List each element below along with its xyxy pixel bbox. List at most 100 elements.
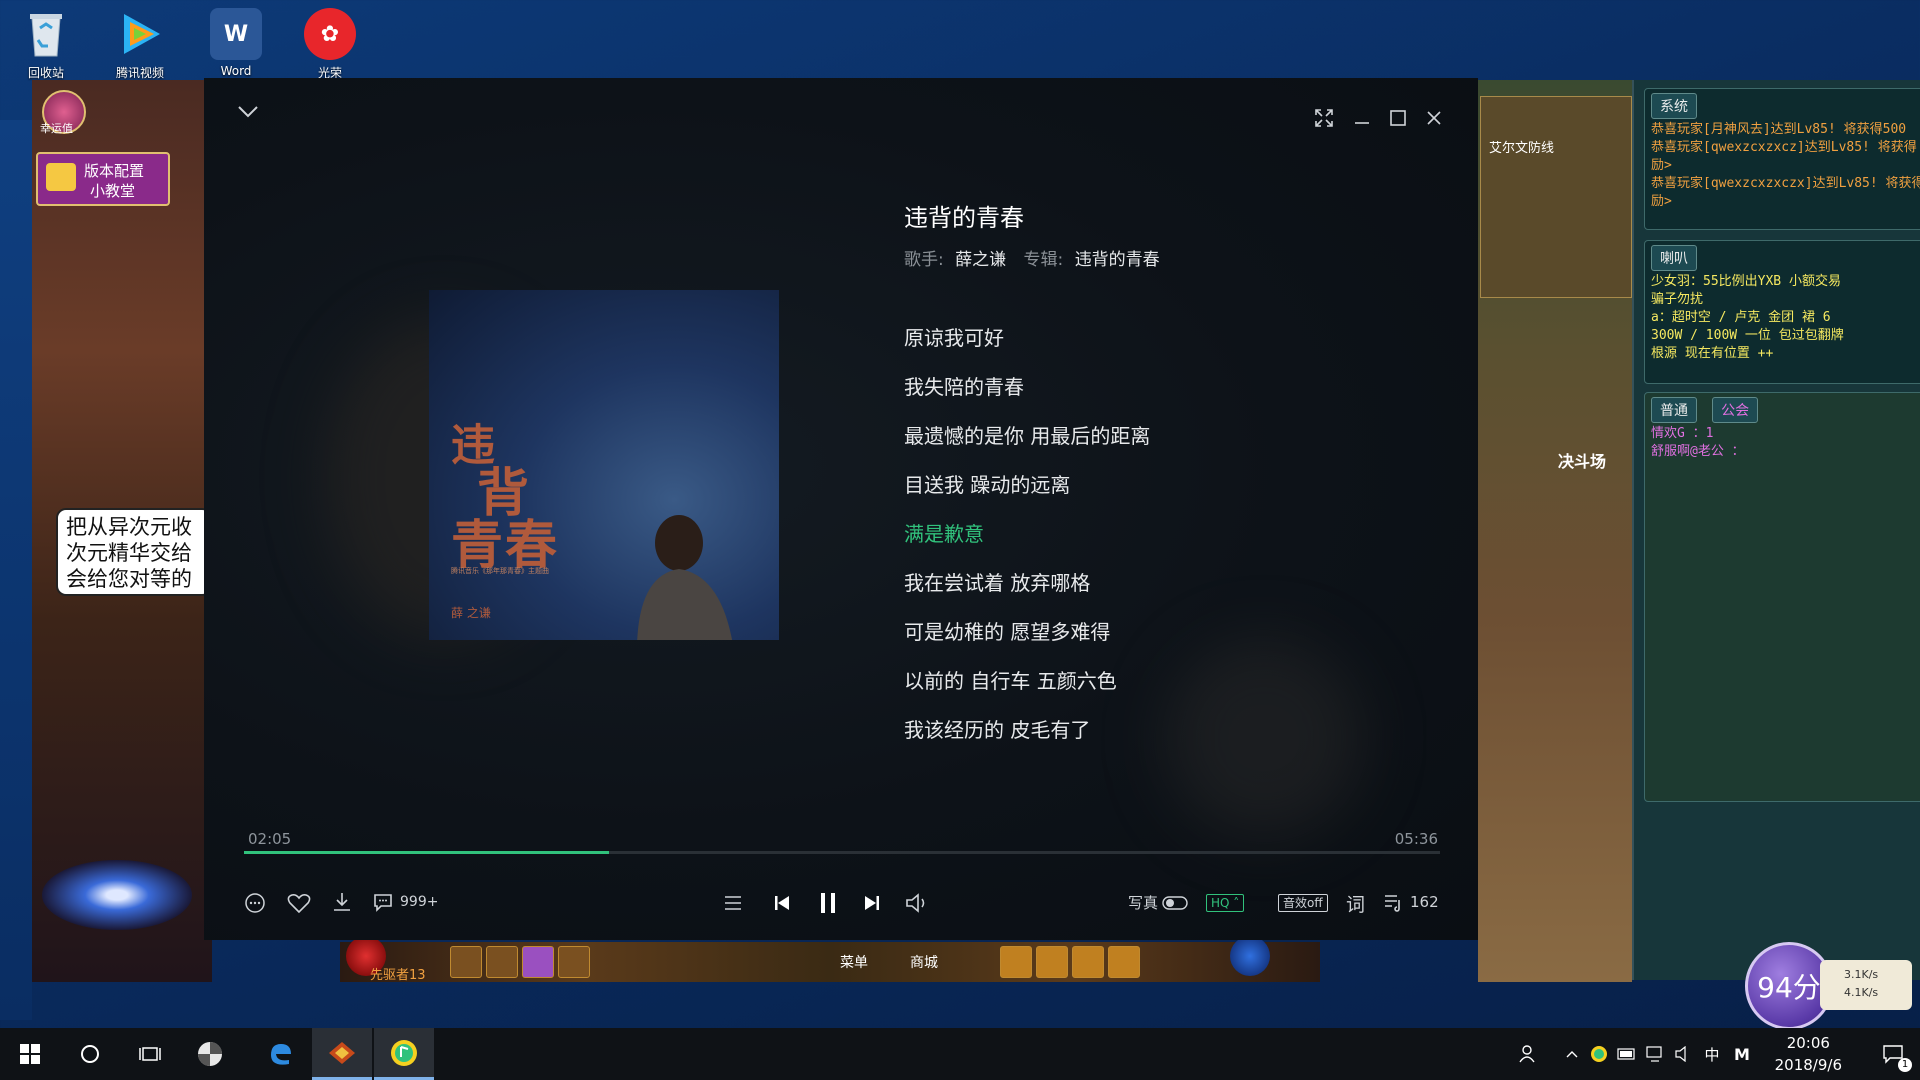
progress-fill xyxy=(244,851,609,854)
lyric-line: 目送我 躁动的远离 xyxy=(904,473,1071,497)
task-view-icon xyxy=(139,1047,161,1061)
desktop-icon-word[interactable]: W Word xyxy=(196,6,276,78)
normal-line: 情欢G ：1 xyxy=(1651,426,1714,441)
system-line: 恭喜玩家[月神风去]达到Lv85! 将获得500 xyxy=(1651,122,1907,137)
cortana-button[interactable] xyxy=(60,1028,120,1080)
minimap[interactable]: 艾尔文防线 xyxy=(1480,96,1632,298)
lucky-badge-label: 幸运值 xyxy=(40,122,73,135)
next-icon[interactable] xyxy=(860,891,884,919)
lyrics-panel[interactable]: 原谅我可好 我失陪的青春 最遗憾的是你 用最后的距离 目送我 躁动的远离 满是歉… xyxy=(904,318,1150,759)
clock[interactable]: 20:06 2018/9/6 xyxy=(1775,1032,1842,1076)
desktop-icon-app[interactable]: ✿ 光荣 xyxy=(290,6,370,81)
tencent-video-icon xyxy=(114,8,166,60)
skill-slot[interactable] xyxy=(558,946,590,978)
normal-line: 舒服啊@老公 ： xyxy=(1651,444,1745,459)
volume-icon[interactable] xyxy=(904,891,930,919)
app-icon: ✿ xyxy=(304,8,356,60)
tab-guild[interactable]: 公会 xyxy=(1712,397,1759,423)
progress-bar[interactable] xyxy=(244,851,1440,854)
taskbar-app-pinwheel[interactable] xyxy=(180,1028,240,1080)
npc-text-line: 次元精华交给 xyxy=(66,541,192,565)
normal-chat-box: 普通 公会 情欢G ：1 舒服啊@老公 ： xyxy=(1644,392,1920,802)
menu-button[interactable]: 菜单 xyxy=(840,952,868,972)
minimize-icon[interactable] xyxy=(1352,108,1372,132)
lyric-line: 最遗憾的是你 用最后的距离 xyxy=(904,424,1151,448)
desktop-icon-recycle-bin[interactable]: 回收站 xyxy=(6,6,86,81)
taskbar-app-edge[interactable] xyxy=(250,1028,310,1080)
collapse-chevron-icon[interactable] xyxy=(236,104,260,124)
previous-icon[interactable] xyxy=(770,891,794,919)
tray-volume[interactable] xyxy=(1670,1028,1696,1080)
promo-button[interactable]: 版本配置 小教堂 xyxy=(36,152,170,206)
more-icon[interactable] xyxy=(244,892,266,918)
album-art-subtitle: 腾讯音乐《那年那青春》主题曲 xyxy=(451,567,549,575)
like-heart-icon[interactable] xyxy=(287,892,311,918)
sound-effect-badge: 音效off xyxy=(1278,894,1328,912)
time-total: 05:36 xyxy=(1394,830,1438,848)
horn-line: 少女羽：55比例出YXB 小额交易 xyxy=(1651,274,1841,289)
maximize-icon[interactable] xyxy=(1388,108,1408,132)
shop-button[interactable]: 商城 xyxy=(910,952,938,972)
clock-date: 2018/9/6 xyxy=(1774,1056,1842,1074)
system-line: 励> xyxy=(1651,158,1672,173)
lyrics-button[interactable]: 词 xyxy=(1346,890,1365,917)
tab-horn[interactable]: 喇叭 xyxy=(1651,245,1697,271)
notification-count: 1 xyxy=(1898,1058,1912,1072)
taskbar-app-qqmusic[interactable] xyxy=(374,1028,434,1080)
tab-system[interactable]: 系统 xyxy=(1651,93,1697,119)
qq-music-tray-icon xyxy=(1591,1046,1607,1062)
photo-toggle[interactable]: 写真 xyxy=(1128,892,1188,913)
recycle-bin-icon xyxy=(20,8,72,60)
taskbar-app-game[interactable] xyxy=(312,1028,372,1080)
singer-link[interactable]: 薛之谦 xyxy=(955,250,1006,270)
album-link[interactable]: 违背的青春 xyxy=(1075,250,1160,270)
start-button[interactable] xyxy=(0,1028,60,1080)
desktop-icon-tencent-video[interactable]: 腾讯视频 xyxy=(100,6,180,81)
skill-slot[interactable] xyxy=(1108,946,1140,978)
lyric-line: 我在尝试着 放弃哪格 xyxy=(904,571,1091,595)
tray-network[interactable] xyxy=(1642,1028,1668,1080)
windows-logo-icon xyxy=(20,1044,40,1064)
skill-slot[interactable] xyxy=(1072,946,1104,978)
skill-slot[interactable] xyxy=(1036,946,1068,978)
sound-effect-button[interactable]: 音效off xyxy=(1278,892,1328,912)
desktop-icon-label: 回收站 xyxy=(27,66,64,80)
people-button[interactable] xyxy=(1508,1028,1548,1080)
chevron-up-icon xyxy=(1566,1051,1578,1058)
play-mode-icon[interactable] xyxy=(722,892,744,918)
comment-count: 999+ xyxy=(400,894,439,910)
clock-time: 20:06 xyxy=(1786,1034,1830,1052)
playlist-button[interactable]: 162 xyxy=(1382,891,1439,913)
tray-qqmusic[interactable] xyxy=(1586,1028,1612,1080)
ime-mode[interactable]: M xyxy=(1726,1028,1758,1080)
lyric-line: 可是幼稚的 愿望多难得 xyxy=(904,620,1111,644)
quality-button[interactable]: HQ ˄ xyxy=(1206,892,1245,912)
tray-expand-button[interactable] xyxy=(1560,1028,1584,1080)
action-center-button[interactable]: 1 xyxy=(1868,1028,1918,1080)
system-chat-box: 系统 恭喜玩家[月神风去]达到Lv85! 将获得500 恭喜玩家[qwexzcx… xyxy=(1644,88,1920,230)
close-icon[interactable] xyxy=(1424,108,1444,132)
network-speed-widget: 3.1K/s 4.1K/s xyxy=(1820,960,1912,1010)
skill-slot[interactable] xyxy=(522,946,554,978)
task-view-button[interactable] xyxy=(120,1028,180,1080)
npc-text-line: 会给您对等的 xyxy=(66,567,192,591)
tray-battery[interactable] xyxy=(1614,1028,1640,1080)
download-icon[interactable] xyxy=(330,890,354,918)
skill-slot[interactable] xyxy=(486,946,518,978)
fullscreen-icon[interactable] xyxy=(1314,108,1334,132)
tab-normal[interactable]: 普通 xyxy=(1651,397,1697,423)
promo-line1: 版本配置 xyxy=(84,162,145,180)
playlist-icon xyxy=(1385,895,1400,912)
game-window-left: 幸运值 版本配置 小教堂 把从异次元收 次元精华交给 会给您对等的 xyxy=(32,80,212,982)
skill-slot[interactable] xyxy=(450,946,482,978)
pause-icon[interactable] xyxy=(814,888,842,922)
album-cover[interactable]: 违 背 青春 腾讯音乐《那年那青春》主题曲 薛 之谦 xyxy=(429,290,779,640)
skill-slot[interactable] xyxy=(1000,946,1032,978)
comment-button[interactable]: 999+ xyxy=(372,891,438,913)
ime-language[interactable]: 中 xyxy=(1698,1028,1726,1080)
minimap-label: 艾尔文防线 xyxy=(1489,141,1555,156)
pinwheel-app-icon xyxy=(198,1042,222,1066)
horn-line: 骗子勿扰 xyxy=(1651,292,1704,307)
qq-music-icon xyxy=(391,1039,417,1066)
game-chat-panel: 系统 恭喜玩家[月神风去]达到Lv85! 将获得500 恭喜玩家[qwexzcx… xyxy=(1632,80,1920,980)
